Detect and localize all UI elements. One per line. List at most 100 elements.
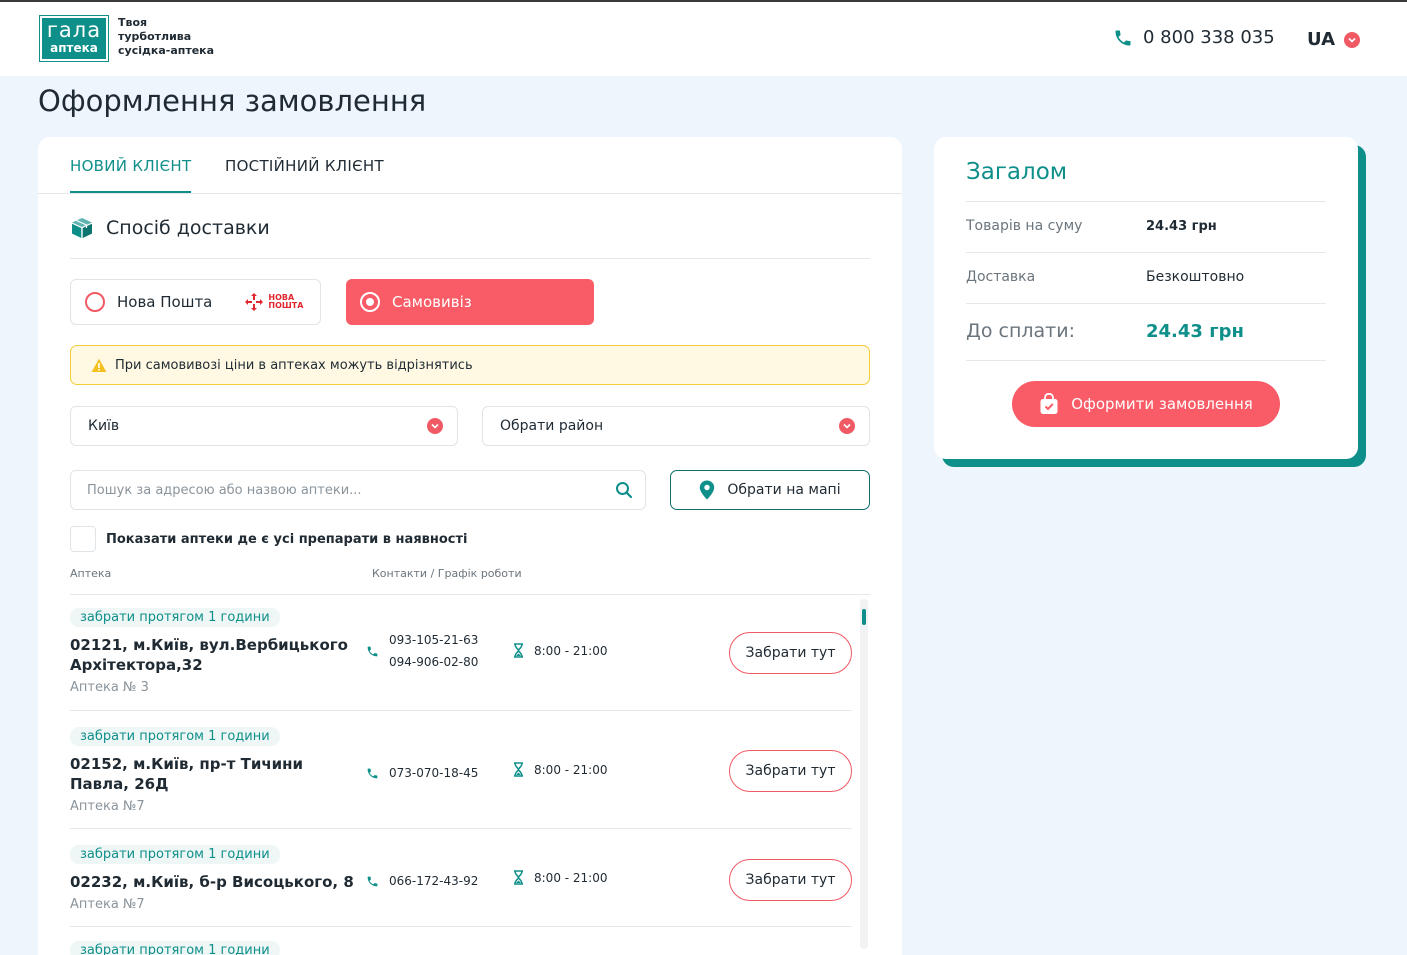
hourglass-icon [514, 870, 523, 885]
warning-icon [91, 358, 107, 372]
phone-icon [1115, 30, 1131, 45]
nova-poshta-wordmark: НОВА ПОШТА [268, 294, 303, 310]
logo-word: гала [46, 18, 102, 42]
chevron-down-icon [839, 418, 855, 434]
brand-line: ПОШТА [268, 301, 304, 310]
choose-on-map-button[interactable]: Обрати на мапі [670, 470, 870, 510]
pickup-badge: забрати протягом 1 години [70, 941, 280, 955]
phone-numbers: 073-070-18-45 [389, 762, 478, 784]
shopping-bag-check-icon [1040, 393, 1058, 414]
pharmacy-hours: 8:00 - 21:00 [513, 762, 608, 777]
tab-regular-client[interactable]: ПОСТІЙНИЙ КЛІЄНТ [225, 157, 384, 175]
pickup-here-button[interactable]: Забрати тут [729, 632, 852, 674]
district-select[interactable]: Обрати район [482, 406, 870, 446]
search-icon[interactable] [615, 481, 633, 499]
client-tabs: НОВИЙ КЛІЄНТ ПОСТІЙНИЙ КЛІЄНТ [38, 137, 902, 194]
pickup-badge: забрати протягом 1 години [70, 727, 280, 746]
pharmacy-address: 02232, м.Київ, б-р Висоцького, 8 [70, 873, 354, 891]
place-order-button[interactable]: Оформити замовлення [1012, 381, 1280, 427]
pharmacy-phones: 093-105-21-63 094-906-02-80 [366, 629, 478, 673]
gala-logo[interactable]: гала аптека [39, 15, 109, 62]
chevron-down-icon [427, 418, 443, 434]
delivery-section-header: Спосіб доставки [70, 217, 270, 239]
delivery-value: Безкоштовно [1146, 269, 1245, 285]
phone-number[interactable]: 094-906-02-80 [389, 651, 478, 673]
box-icon [72, 218, 92, 238]
city-value: Київ [88, 418, 120, 434]
option-label: Нова Пошта [117, 293, 213, 311]
column-header-pharmacy: Аптека [70, 567, 112, 580]
nova-poshta-icon [245, 293, 264, 311]
radio-selected[interactable] [360, 292, 380, 312]
section-divider [70, 258, 870, 259]
availability-filter[interactable]: Показати аптеки де є усі препарати в ная… [70, 526, 468, 552]
pharmacy-row: забрати протягом 1 години 02121, м.Київ,… [70, 595, 852, 711]
warning-text: При самовивозі ціни в аптеках можуть від… [115, 357, 473, 373]
tagline-line: сусідка-аптека [118, 44, 215, 57]
pharmacy-name: Аптека №7 [70, 799, 145, 814]
availability-checkbox[interactable] [70, 526, 96, 552]
checkbox-label: Показати аптеки де є усі препарати в ная… [106, 531, 468, 547]
hours-text: 8:00 - 21:00 [534, 643, 608, 658]
search-input[interactable] [87, 482, 587, 498]
phone-icon [367, 768, 378, 778]
order-button-label: Оформити замовлення [1071, 395, 1253, 413]
pharmacy-hours: 8:00 - 21:00 [513, 643, 608, 658]
delivery-option-nova-poshta[interactable]: Нова Пошта НОВА ПОШТА [70, 279, 321, 325]
header-phone[interactable]: 0 800 338 035 [1113, 27, 1275, 48]
phone-number[interactable]: 073-070-18-45 [389, 762, 478, 784]
summary-divider [966, 252, 1326, 253]
column-header-contacts: Контакти / Графік роботи [372, 567, 522, 580]
delivery-label: Доставка [966, 269, 1036, 285]
price-warning: При самовивозі ціни в аптеках можуть від… [70, 345, 870, 385]
phone-numbers: 066-172-43-92 [389, 870, 478, 892]
hourglass-icon [514, 643, 523, 658]
hours-text: 8:00 - 21:00 [534, 762, 608, 777]
total-value: 24.43 грн [1146, 321, 1244, 342]
summary-divider [966, 201, 1326, 202]
phone-number: 0 800 338 035 [1143, 27, 1275, 48]
delivery-option-pickup[interactable]: Самовивіз [346, 279, 594, 325]
option-label: Самовивіз [392, 293, 472, 311]
pharmacy-name: Аптека №7 [70, 897, 145, 912]
tab-new-client[interactable]: НОВИЙ КЛІЄНТ [70, 157, 192, 193]
tagline-line: Твоя [118, 16, 148, 29]
pickup-badge: забрати протягом 1 години [70, 608, 280, 627]
header-tagline: Твоя турботлива сусідка-аптека [118, 16, 214, 58]
pharmacy-name: Аптека № 3 [70, 680, 149, 695]
total-label: До сплати: [966, 320, 1075, 342]
phone-icon [367, 646, 378, 656]
summary-divider [966, 303, 1326, 304]
pharmacy-row: забрати протягом 1 години 02232, м.Київ,… [70, 829, 852, 927]
pharmacy-row: забрати протягом 1 години 02152, м.Київ,… [70, 711, 852, 829]
pharmacy-hours: 8:00 - 21:00 [513, 870, 608, 885]
pharmacy-row: забрати протягом 1 години [70, 927, 852, 955]
scrollbar-thumb[interactable] [862, 609, 866, 625]
goods-label: Товарів на суму [966, 218, 1083, 234]
tagline-line: турботлива [118, 30, 192, 43]
page-title: Оформлення замовлення [38, 84, 427, 118]
city-select[interactable]: Київ [70, 406, 458, 446]
language-label: UA [1307, 29, 1335, 50]
pharmacy-search [70, 470, 646, 510]
phone-number[interactable]: 066-172-43-92 [389, 870, 478, 892]
language-selector[interactable]: UA [1307, 29, 1360, 50]
pickup-here-button[interactable]: Забрати тут [729, 859, 852, 901]
pickup-here-button[interactable]: Забрати тут [729, 750, 852, 792]
pharmacy-address: 02121, м.Київ, вул.Вербицького Архітекто… [70, 636, 348, 674]
map-pin-icon [700, 480, 715, 500]
phone-icon [367, 876, 378, 886]
radio-unselected[interactable] [85, 292, 105, 312]
pharmacy-address: 02152, м.Київ, пр-т Тичини Павла, 26Д [70, 755, 304, 793]
nova-poshta-logo: НОВА ПОШТА [244, 292, 303, 312]
checkout-form-card: НОВИЙ КЛІЄНТ ПОСТІЙНИЙ КЛІЄНТ Спосіб дос… [38, 137, 902, 955]
phone-numbers: 093-105-21-63 094-906-02-80 [389, 629, 478, 673]
summary-divider [966, 360, 1326, 361]
district-placeholder: Обрати район [500, 418, 604, 434]
site-header: гала аптека Твоя турботлива сусідка-апте… [0, 2, 1407, 76]
goods-value: 24.43 грн [1146, 219, 1217, 234]
chevron-down-icon [1344, 31, 1360, 48]
list-scrollbar[interactable] [860, 599, 868, 949]
phone-number[interactable]: 093-105-21-63 [389, 629, 478, 651]
map-button-label: Обрати на мапі [727, 482, 841, 498]
